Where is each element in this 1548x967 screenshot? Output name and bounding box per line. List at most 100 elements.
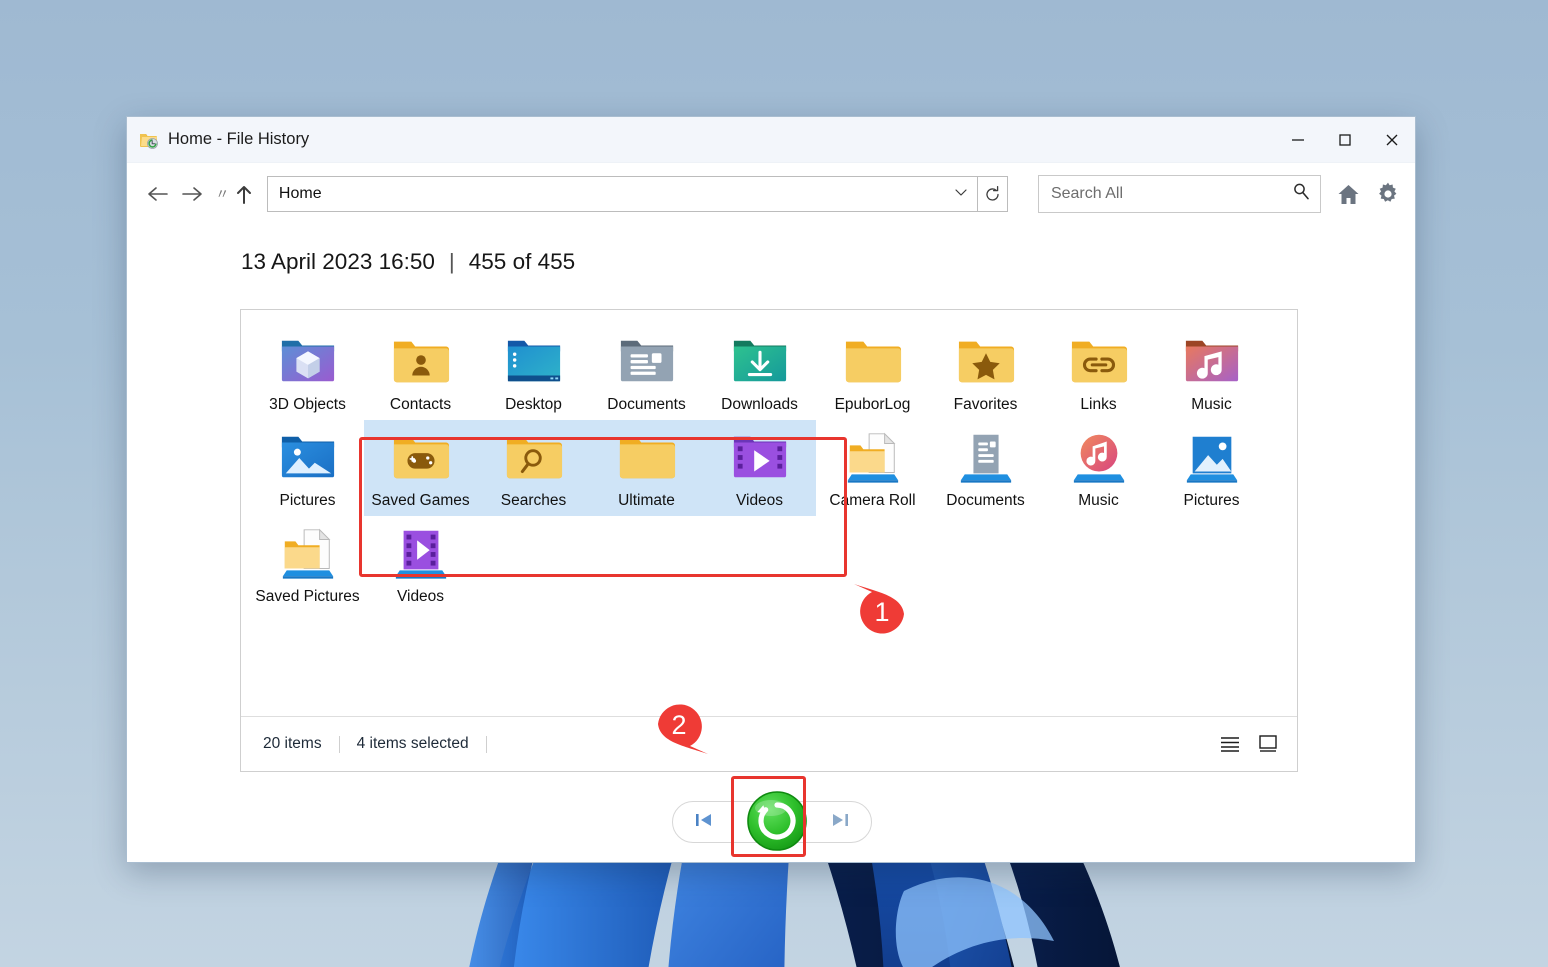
version-position: 455 of 455 bbox=[468, 249, 576, 274]
file-item-label: Music bbox=[1078, 492, 1119, 509]
chevron-down-icon[interactable] bbox=[953, 184, 969, 205]
window-title: Home - File History bbox=[168, 130, 310, 148]
file-item-label: Searches bbox=[500, 492, 567, 509]
file-item[interactable]: Camera Roll bbox=[816, 420, 929, 516]
file-item-label: Contacts bbox=[389, 396, 452, 413]
file-item[interactable]: Documents bbox=[590, 324, 703, 420]
restore-button[interactable] bbox=[738, 782, 816, 860]
version-header: 13 April 2023 16:50 | 455 of 455 bbox=[127, 225, 1415, 275]
file-item-label: Saved Games bbox=[371, 492, 470, 509]
file-item-label: Camera Roll bbox=[829, 492, 916, 509]
file-item[interactable]: Links bbox=[1042, 324, 1155, 420]
file-item-label: Desktop bbox=[505, 396, 562, 413]
file-item-label: Videos bbox=[396, 588, 445, 605]
file-item[interactable]: Favorites bbox=[929, 324, 1042, 420]
file-item-label: Pictures bbox=[279, 492, 336, 509]
file-item[interactable]: Searches bbox=[477, 420, 590, 516]
window-controls bbox=[1274, 117, 1415, 162]
search-icon[interactable] bbox=[1292, 182, 1311, 206]
status-divider-1 bbox=[338, 735, 340, 753]
selection-count: 4 items selected bbox=[356, 735, 469, 752]
file-item-label: Documents bbox=[946, 492, 1025, 509]
file-item[interactable]: Contacts bbox=[364, 324, 477, 420]
back-button[interactable] bbox=[141, 176, 175, 212]
item-count: 20 items bbox=[263, 735, 322, 752]
file-item-label: 3D Objects bbox=[269, 396, 346, 413]
file-item-label: Saved Pictures bbox=[255, 588, 360, 605]
forward-button[interactable] bbox=[175, 176, 209, 212]
up-button[interactable] bbox=[231, 176, 257, 212]
maximize-button[interactable] bbox=[1321, 117, 1368, 162]
file-item[interactable]: Saved Pictures bbox=[251, 516, 364, 612]
callout-marker-1: 1 bbox=[848, 578, 910, 640]
file-item[interactable]: EpuborLog bbox=[816, 324, 929, 420]
file-item-label: Links bbox=[1080, 396, 1117, 413]
folder-pictures-icon bbox=[279, 428, 337, 486]
file-item[interactable]: Pictures bbox=[251, 420, 364, 516]
file-item-label: EpuborLog bbox=[834, 396, 911, 413]
home-icon[interactable] bbox=[1335, 179, 1361, 209]
folder-searches-icon bbox=[505, 428, 563, 486]
folder-music-icon bbox=[1183, 332, 1241, 390]
version-timestamp: 13 April 2023 16:50 bbox=[241, 249, 435, 274]
large-icons-view-icon[interactable] bbox=[1255, 731, 1281, 757]
status-bar: 20 items 4 items selected bbox=[241, 716, 1297, 771]
file-item-label: Favorites bbox=[953, 396, 1018, 413]
callout-marker-2: 2 bbox=[652, 698, 714, 760]
file-item[interactable]: Documents bbox=[929, 420, 1042, 516]
minimize-button[interactable] bbox=[1274, 117, 1321, 162]
folder-videos-icon bbox=[731, 428, 789, 486]
folder-desktop-icon bbox=[505, 332, 563, 390]
folder-plain-icon bbox=[844, 332, 902, 390]
list-view-icon[interactable] bbox=[1217, 731, 1243, 757]
library-savedpics-icon bbox=[279, 524, 337, 582]
view-toggle-group bbox=[1217, 731, 1281, 757]
file-item[interactable]: Pictures bbox=[1155, 420, 1268, 516]
library-cameraroll-icon bbox=[844, 428, 902, 486]
folder-favorites-icon bbox=[957, 332, 1015, 390]
file-item[interactable]: Desktop bbox=[477, 324, 590, 420]
file-item-label: Music bbox=[1191, 396, 1232, 413]
header-separator: | bbox=[448, 249, 455, 274]
file-item-label: Ultimate bbox=[618, 492, 675, 509]
callout-2-number: 2 bbox=[671, 709, 687, 740]
navigation-toolbar: 〃 Home Search All bbox=[127, 163, 1415, 225]
file-item[interactable]: Ultimate bbox=[590, 420, 703, 516]
folder-downloads-icon bbox=[731, 332, 789, 390]
file-list-pane: 3D Objects Contacts Desktop Documents Downlo… bbox=[240, 309, 1298, 772]
file-item-label: Documents bbox=[607, 396, 686, 413]
file-item[interactable]: Downloads bbox=[703, 324, 816, 420]
file-item[interactable]: Saved Games bbox=[364, 420, 477, 516]
library-videos-icon bbox=[392, 524, 450, 582]
folder-plain-icon bbox=[618, 428, 676, 486]
library-pictures-icon bbox=[1183, 428, 1241, 486]
file-item[interactable]: 3D Objects bbox=[251, 324, 364, 420]
address-text: Home bbox=[278, 185, 322, 202]
file-item[interactable]: Videos bbox=[703, 420, 816, 516]
refresh-button[interactable] bbox=[977, 176, 1008, 212]
previous-version-icon[interactable] bbox=[691, 809, 717, 836]
folder-contacts-icon bbox=[392, 332, 450, 390]
library-documents-icon bbox=[957, 428, 1015, 486]
gear-icon[interactable] bbox=[1375, 179, 1401, 209]
address-bar[interactable]: Home bbox=[266, 176, 978, 212]
file-item-label: Pictures bbox=[1183, 492, 1240, 509]
folder-clock-icon bbox=[139, 130, 159, 150]
file-item[interactable]: Videos bbox=[364, 516, 477, 612]
breadcrumb[interactable]: 〃 bbox=[215, 184, 229, 204]
file-item[interactable]: Music bbox=[1042, 420, 1155, 516]
file-item[interactable]: Music bbox=[1155, 324, 1268, 420]
file-item-label: Downloads bbox=[721, 396, 798, 413]
search-input[interactable]: Search All bbox=[1037, 175, 1322, 213]
status-divider-2 bbox=[485, 735, 487, 753]
folder-links-icon bbox=[1070, 332, 1128, 390]
folder-documents-icon bbox=[618, 332, 676, 390]
file-history-window: Home - File History 〃 Home Search All 13… bbox=[126, 116, 1416, 863]
close-button[interactable] bbox=[1368, 117, 1415, 162]
search-placeholder: Search All bbox=[1050, 185, 1123, 202]
file-item-label: Videos bbox=[735, 492, 784, 509]
icon-grid: 3D Objects Contacts Desktop Documents Downlo… bbox=[241, 310, 1297, 729]
library-music-icon bbox=[1070, 428, 1128, 486]
next-version-icon[interactable] bbox=[827, 809, 853, 836]
folder-3dobjects-icon bbox=[279, 332, 337, 390]
